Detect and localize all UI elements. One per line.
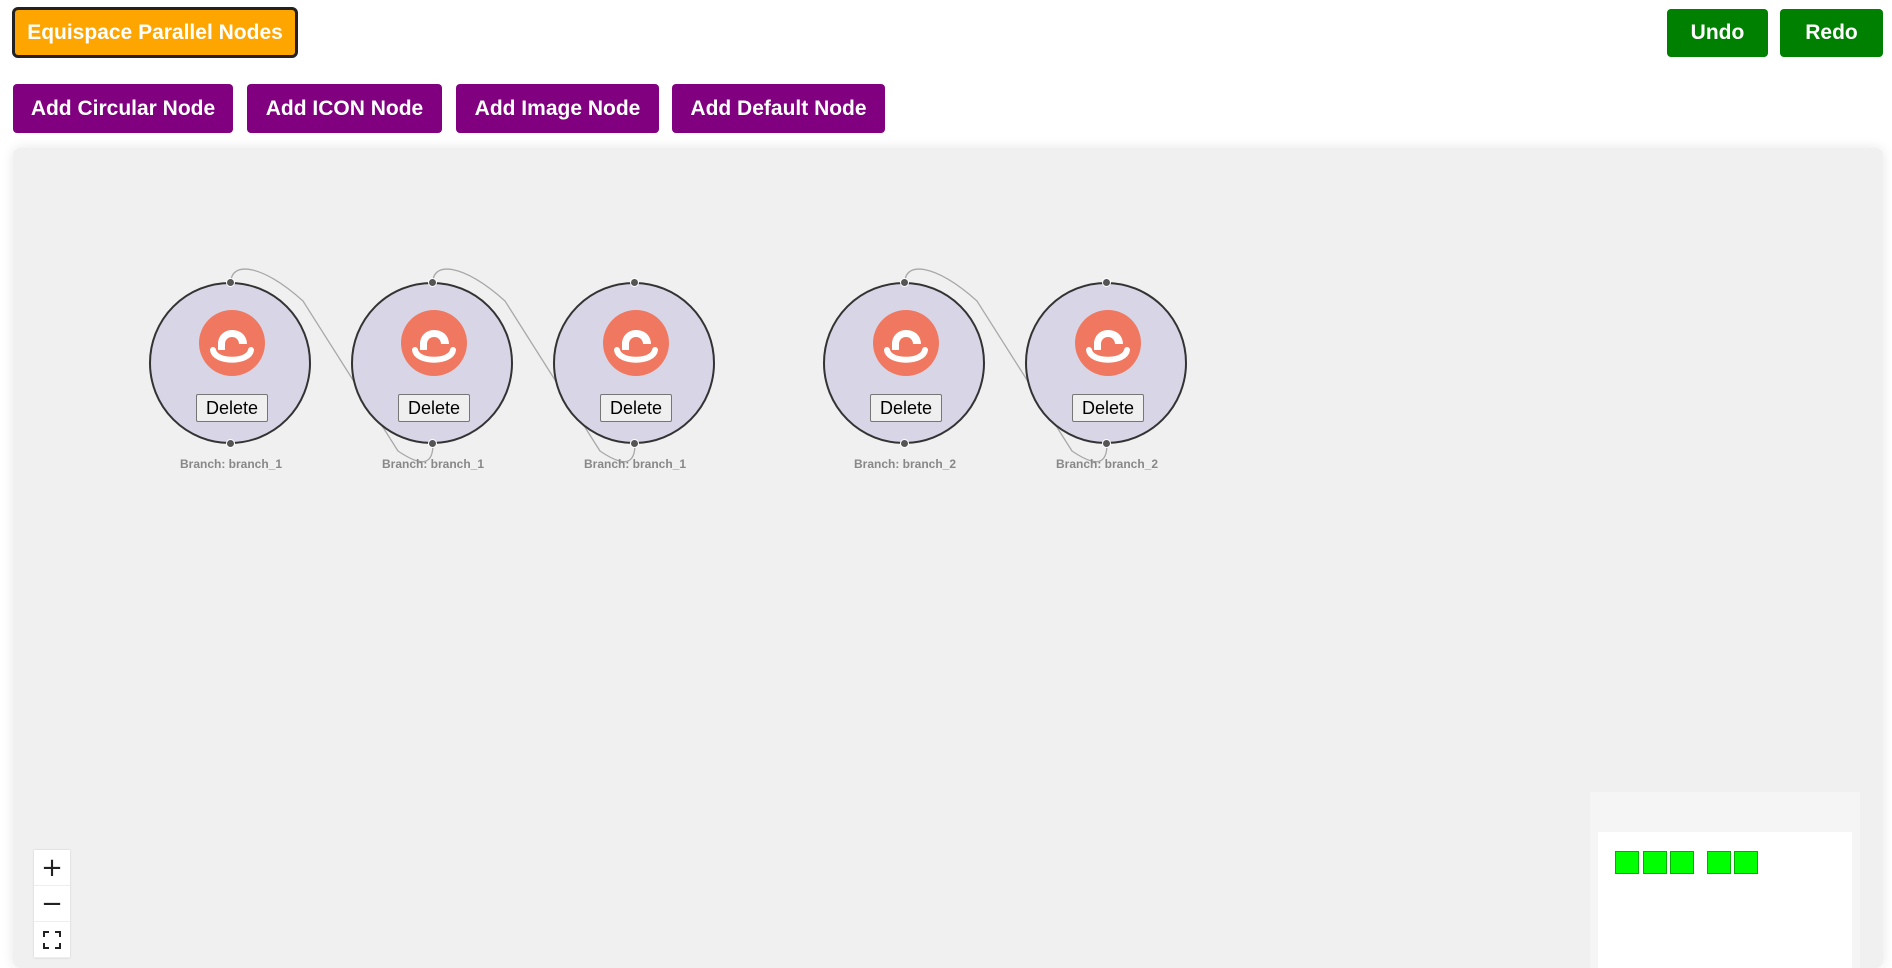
delete-button[interactable]: Delete (1072, 394, 1144, 422)
node-handle-top[interactable] (428, 278, 437, 287)
zoom-controls: + − (34, 850, 70, 958)
minimap-node (1615, 851, 1639, 874)
delete-button[interactable]: Delete (398, 394, 470, 422)
zoom-in-button[interactable]: + (34, 850, 70, 886)
node-handle-bottom[interactable] (428, 439, 437, 448)
node-handle-bottom[interactable] (226, 439, 235, 448)
add-default-node-button[interactable]: Add Default Node (672, 84, 885, 133)
logo-icon (873, 310, 939, 376)
fit-view-button[interactable] (34, 922, 70, 958)
minimap-viewport[interactable] (1598, 832, 1852, 968)
fit-view-icon (43, 930, 61, 949)
minimap-node (1643, 851, 1667, 874)
logo-icon (1075, 310, 1141, 376)
node-handle-bottom[interactable] (1102, 439, 1111, 448)
equispace-parallel-nodes-button[interactable]: Equispace Parallel Nodes (12, 7, 298, 58)
branch-label: Branch: branch_2 (853, 457, 957, 471)
node-handle-top[interactable] (630, 278, 639, 287)
branch-label: Branch: branch_1 (179, 457, 283, 471)
node-handle-top[interactable] (900, 278, 909, 287)
node-handle-bottom[interactable] (900, 439, 909, 448)
delete-button[interactable]: Delete (196, 394, 268, 422)
circular-node[interactable]: Delete (823, 278, 985, 448)
node-handle-top[interactable] (226, 278, 235, 287)
undo-button[interactable]: Undo (1667, 9, 1768, 57)
branch-label: Branch: branch_1 (583, 457, 687, 471)
logo-icon (603, 310, 669, 376)
circular-node[interactable]: Delete (351, 278, 513, 448)
minimap-node (1734, 851, 1758, 874)
circular-node[interactable]: Delete (553, 278, 715, 448)
delete-button[interactable]: Delete (870, 394, 942, 422)
zoom-out-button[interactable]: − (34, 886, 70, 922)
delete-button[interactable]: Delete (600, 394, 672, 422)
add-icon-node-button[interactable]: Add ICON Node (247, 84, 442, 133)
branch-label: Branch: branch_1 (381, 457, 485, 471)
circular-node[interactable]: Delete (1025, 278, 1187, 448)
logo-icon (401, 310, 467, 376)
add-circular-node-button[interactable]: Add Circular Node (13, 84, 233, 133)
node-handle-top[interactable] (1102, 278, 1111, 287)
minimap-node (1707, 851, 1731, 874)
minimap-node (1670, 851, 1694, 874)
add-image-node-button[interactable]: Add Image Node (456, 84, 659, 133)
flow-canvas[interactable]: Delete Branch: branch_1 Delete Branch: b… (13, 148, 1883, 968)
minimap[interactable] (1590, 792, 1860, 968)
redo-button[interactable]: Redo (1780, 9, 1883, 57)
branch-label: Branch: branch_2 (1055, 457, 1159, 471)
node-handle-bottom[interactable] (630, 439, 639, 448)
logo-icon (199, 310, 265, 376)
circular-node[interactable]: Delete (149, 278, 311, 448)
